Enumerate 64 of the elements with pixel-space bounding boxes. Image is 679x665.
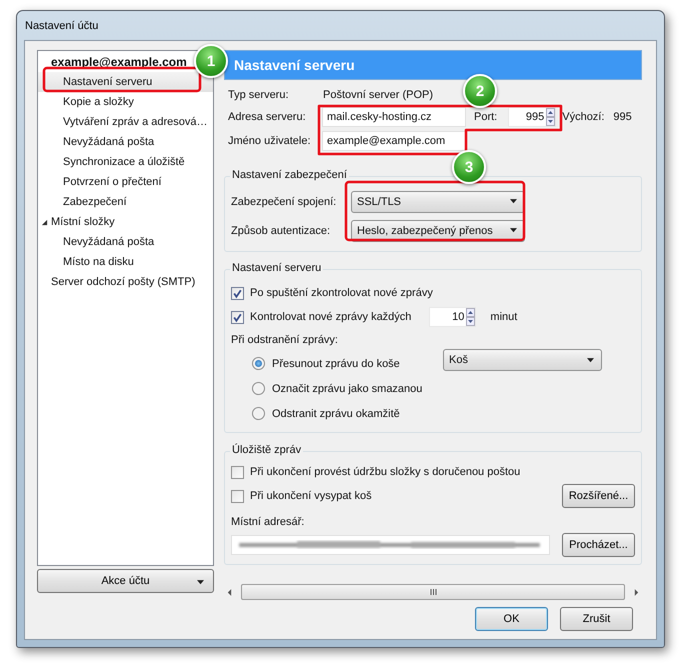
checkbox[interactable] (231, 286, 244, 300)
dialog-button[interactable]: OK (475, 607, 548, 631)
tree-item[interactable]: Kopie a složky (38, 92, 213, 112)
field-label: Jméno uživatele: (228, 135, 312, 147)
checkbox-label[interactable]: Při ukončení provést údržbu složky s doručenou poštou (250, 466, 520, 478)
checkbox[interactable] (231, 490, 244, 502)
field-label: Místní adresář: (231, 515, 306, 530)
browse-button[interactable]: Procházet... (562, 533, 635, 557)
tree-item[interactable]: Nevyžádaná pošta (38, 132, 213, 152)
field-label: Adresa serveru: (228, 111, 307, 123)
radio-button[interactable] (252, 382, 265, 395)
unit-label: minut (490, 311, 518, 323)
field-label: Port: (474, 111, 498, 123)
radio-label[interactable]: Odstranit zprávu okamžitě (272, 408, 400, 420)
local-directory-field[interactable] (231, 535, 550, 555)
field-label: Způsob autentizace: (231, 224, 332, 236)
dropdown[interactable]: Heslo, zabezpečený přenos (351, 220, 525, 242)
tree-item[interactable]: Server odchozí pošty (SMTP) (38, 272, 213, 292)
group-legend: Nastavení serveru (230, 262, 324, 274)
tree-item[interactable]: Místo na disku (38, 252, 213, 272)
tree-item[interactable]: Místní složky (38, 212, 213, 232)
trash-folder-dropdown[interactable]: Koš (443, 349, 602, 371)
advanced-button[interactable]: Rozšířené... (562, 484, 635, 508)
radio-label[interactable]: Přesunout zprávu do koše (272, 358, 400, 370)
interval-field[interactable]: 10 (429, 307, 476, 327)
username-field[interactable]: example@example.com (322, 131, 466, 151)
window-title: Nastavení účtu (25, 20, 98, 32)
server-type-text: Poštovní server (POP) (323, 89, 434, 101)
caret-icon (510, 199, 517, 204)
checkbox[interactable] (231, 466, 244, 478)
default-port-value: 995 (613, 111, 632, 123)
checkbox-label[interactable]: Po spuštění zkontrolovat nové zprávy (250, 287, 433, 299)
checkbox-label[interactable]: Kontrolovat nové zprávy každých (250, 311, 412, 323)
tree-item[interactable]: Zabezpečení (38, 192, 213, 212)
radio-button[interactable] (252, 407, 265, 420)
tree-item[interactable]: Vytváření zpráv a adresová… (38, 112, 213, 132)
dropdown[interactable]: SSL/TLS (351, 190, 525, 212)
default-port-label: Výchozí: (562, 111, 604, 123)
tree-item[interactable]: example@example.com (38, 52, 188, 72)
caret-icon (197, 580, 204, 585)
account-actions-button[interactable]: Akce účtu (37, 569, 214, 593)
scroll-right-icon[interactable] (634, 588, 639, 596)
caret-icon (510, 228, 517, 233)
tree-item[interactable]: Synchronizace a úložiště (38, 152, 213, 172)
port-field[interactable]: 995 (508, 107, 556, 127)
server-address-field[interactable]: mail.cesky-hosting.cz (322, 107, 466, 127)
tree-item[interactable]: Nevyžádaná pošta (38, 232, 213, 252)
radio-label[interactable]: Označit zprávu jako smazanou (272, 382, 422, 394)
group-legend: Nastavení zabezpečení (230, 169, 349, 181)
tree-item[interactable]: Potvrzení o přečtení (38, 172, 213, 192)
spinner-icon[interactable] (466, 308, 476, 326)
field-label: Zabezpečení spojení: (231, 196, 338, 208)
field-label: Typ serveru: (228, 89, 290, 101)
section-label: Při odstranění zprávy: (231, 333, 339, 348)
spinner-icon[interactable] (546, 108, 556, 126)
expander-icon[interactable] (41, 218, 48, 226)
group-legend: Úložiště zpráv (230, 444, 304, 456)
panel-header: Nastavení serveru (224, 50, 642, 80)
caret-icon (587, 358, 594, 362)
checkbox[interactable] (231, 310, 244, 324)
scroll-left-icon[interactable] (227, 588, 232, 596)
checkbox-label[interactable]: Při ukončení vysypat koš (250, 490, 372, 502)
radio-button[interactable] (252, 357, 265, 370)
dialog-button[interactable]: Zrušit (560, 607, 633, 631)
